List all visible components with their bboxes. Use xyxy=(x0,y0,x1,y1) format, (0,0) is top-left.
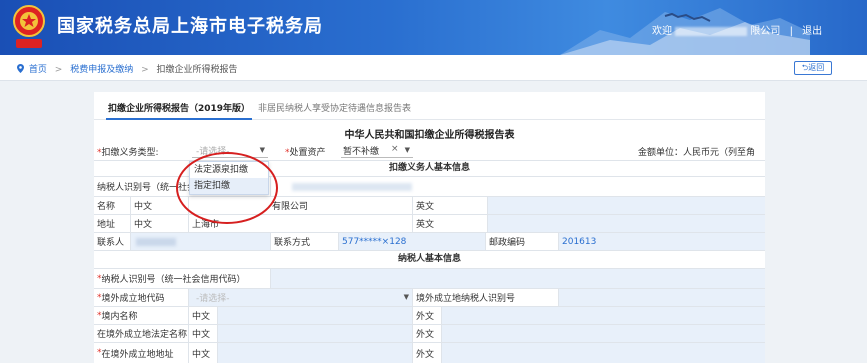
site-title: 国家税务总局上海市电子税务局 xyxy=(57,16,323,37)
tab-treaty-report[interactable]: 非居民纳税人享受协定待遇信息报告表 xyxy=(258,101,411,114)
cn-label: 中文 xyxy=(188,307,217,324)
national-emblem-icon xyxy=(13,5,45,48)
foreign-address-en-input[interactable] xyxy=(441,343,765,363)
agent-postcode-input[interactable]: 201613 xyxy=(558,233,765,250)
breadcrumb-current: 扣缴企业所得税报告 xyxy=(156,65,238,75)
location-pin-icon xyxy=(17,64,24,73)
agent-section-title: 扣缴义务人基本信息 xyxy=(388,163,470,173)
foreign-address-cn-input[interactable] xyxy=(217,343,412,363)
redacted-value xyxy=(292,182,412,191)
welcome-text: 欢迎 xyxy=(652,26,672,37)
foreign-address-label-text: 在境外成立地地址 xyxy=(101,349,174,360)
foreign-region-placeholder: -请选择- xyxy=(196,294,230,304)
taxpayer-taxid-input[interactable] xyxy=(270,269,765,288)
agent-contact-label: 联系人 xyxy=(97,238,125,248)
user-bar: 欢迎 限公司 | 退出 xyxy=(652,22,822,37)
table-row: 地址 中文 上海市 英文 xyxy=(94,214,765,232)
chevron-down-icon: ▼ xyxy=(403,293,409,301)
clear-icon[interactable]: × xyxy=(391,144,399,154)
agent-postcode-label: 邮政编码 xyxy=(485,233,558,250)
domestic-name-label-text: 境内名称 xyxy=(101,312,138,322)
chevron-down-icon: ▼ xyxy=(259,146,265,154)
foreign-address-label: * 在境外成立地地址 xyxy=(94,343,188,363)
table-row: * 境外成立地代码 -请选择- ▼ 境外成立地纳税人识别号 xyxy=(94,288,765,306)
tab-withholding-report[interactable]: 扣缴企业所得税报告（2019年版） xyxy=(105,101,253,120)
agent-phone-label: 联系方式 xyxy=(270,233,338,250)
agent-name-suffix: 有限公司 xyxy=(272,202,309,212)
agent-address-en-input[interactable] xyxy=(487,215,765,232)
agent-name-en-input[interactable] xyxy=(487,197,765,214)
foreign-legal-name-cn-input[interactable] xyxy=(217,325,412,342)
redacted-value xyxy=(136,237,176,246)
foreign-region-label: * 境外成立地代码 xyxy=(94,289,188,306)
disposal-row: *处置资产 xyxy=(285,145,326,161)
tab-bar: 扣缴企业所得税报告（2019年版） 非居民纳税人享受协定待遇信息报告表 xyxy=(94,92,765,120)
en-label: 外文 xyxy=(412,307,441,324)
form-title: 中华人民共和国扣缴企业所得税报告表 xyxy=(344,130,515,141)
user-name-redacted xyxy=(675,26,748,36)
company-suffix: 限公司 xyxy=(750,26,781,37)
taxpayer-section-header: 纳税人基本信息 xyxy=(94,250,765,268)
foreign-taxid-label: 境外成立地纳税人识别号 xyxy=(412,289,558,306)
cn-label: 中文 xyxy=(188,343,217,363)
foreign-region-label-text: 境外成立地代码 xyxy=(101,294,165,304)
withhold-type-label: 扣缴义务类型: xyxy=(101,148,159,158)
breadcrumb-bar: 首页 > 税费申报及缴纳 > 扣缴企业所得税报告 ⮌返回 xyxy=(0,55,867,81)
foreign-legal-name-label: 在境外成立地法定名称 xyxy=(97,330,188,340)
foreign-legal-name-en-input[interactable] xyxy=(441,325,765,342)
withhold-type-row: *扣缴义务类型: xyxy=(97,145,159,161)
en-label: 外文 xyxy=(412,325,441,342)
amount-unit: 金额单位：人民币元（列至角分） xyxy=(638,148,756,171)
domestic-name-en-input[interactable] xyxy=(441,307,765,324)
table-row: * 在境外成立地地址 中文 外文 xyxy=(94,342,765,363)
agent-taxid-value xyxy=(270,177,765,196)
agent-name-value: 有限公司 xyxy=(188,197,412,214)
dropdown-option-designated[interactable]: 指定扣缴 xyxy=(190,178,268,194)
en-label: 英文 xyxy=(412,197,487,214)
breadcrumb-separator: > xyxy=(54,65,63,75)
withhold-type-placeholder: -请选择- xyxy=(196,147,230,157)
en-label: 英文 xyxy=(412,215,487,232)
taxpayer-taxid-label-text: 纳税人识别号（统一社会信用代码） xyxy=(101,275,246,285)
table-row: 联系人 联系方式 577*****×128 邮政编码 201613 xyxy=(94,232,765,250)
agent-phone-input[interactable]: 577*****×128 xyxy=(338,233,485,250)
en-label: 外文 xyxy=(412,343,441,363)
cn-label: 中文 xyxy=(188,325,217,342)
agent-address-label: 地址 xyxy=(97,220,116,230)
taxpayer-taxid-label: * 纳税人识别号（统一社会信用代码） xyxy=(94,269,270,288)
withhold-type-dropdown: 法定源泉扣缴 指定扣缴 xyxy=(189,161,269,195)
domestic-name-cn-input[interactable] xyxy=(217,307,412,324)
form-panel: 扣缴企业所得税报告（2019年版） 非居民纳税人享受协定待遇信息报告表 中华人民… xyxy=(94,92,765,363)
foreign-region-select[interactable]: -请选择- ▼ xyxy=(188,289,412,306)
agent-contact-input[interactable] xyxy=(130,233,270,250)
table-row: * 境内名称 中文 外文 xyxy=(94,306,765,324)
domestic-name-label: * 境内名称 xyxy=(94,307,188,324)
back-button[interactable]: ⮌返回 xyxy=(794,61,832,75)
breadcrumb: 首页 > 税费申报及缴纳 > 扣缴企业所得税报告 xyxy=(17,62,238,75)
cn-label: 中文 xyxy=(130,197,188,214)
foreign-taxid-input[interactable] xyxy=(558,289,765,306)
table-row: 在境外成立地法定名称 中文 外文 xyxy=(94,324,765,342)
table-row: 名称 中文 有限公司 英文 xyxy=(94,196,765,214)
breadcrumb-tax-filing[interactable]: 税费申报及缴纳 xyxy=(70,65,133,75)
disposal-select[interactable]: 暂不补缴 × ▼ xyxy=(341,144,413,158)
breadcrumb-separator: > xyxy=(141,65,149,75)
cn-label: 中文 xyxy=(130,215,188,232)
withhold-type-select[interactable]: -请选择- ▼ xyxy=(192,144,268,158)
breadcrumb-home[interactable]: 首页 xyxy=(29,65,47,75)
back-label: 返回 xyxy=(808,63,825,72)
chevron-down-icon: ▼ xyxy=(404,146,410,154)
site-header: 国家税务总局上海市电子税务局 欢迎 限公司 | 退出 xyxy=(0,0,867,55)
taxpayer-section-title: 纳税人基本信息 xyxy=(397,254,461,264)
logout-link[interactable]: 退出 xyxy=(802,26,822,37)
dropdown-option-statutory[interactable]: 法定源泉扣缴 xyxy=(190,162,268,178)
disposal-value: 暂不补缴 xyxy=(343,147,380,157)
agent-name-label: 名称 xyxy=(97,202,116,212)
table-row: * 纳税人识别号（统一社会信用代码） xyxy=(94,268,765,288)
disposal-label: 处置资产 xyxy=(289,148,326,158)
separator: | xyxy=(789,26,793,37)
agent-address-value: 上海市 xyxy=(188,215,412,232)
